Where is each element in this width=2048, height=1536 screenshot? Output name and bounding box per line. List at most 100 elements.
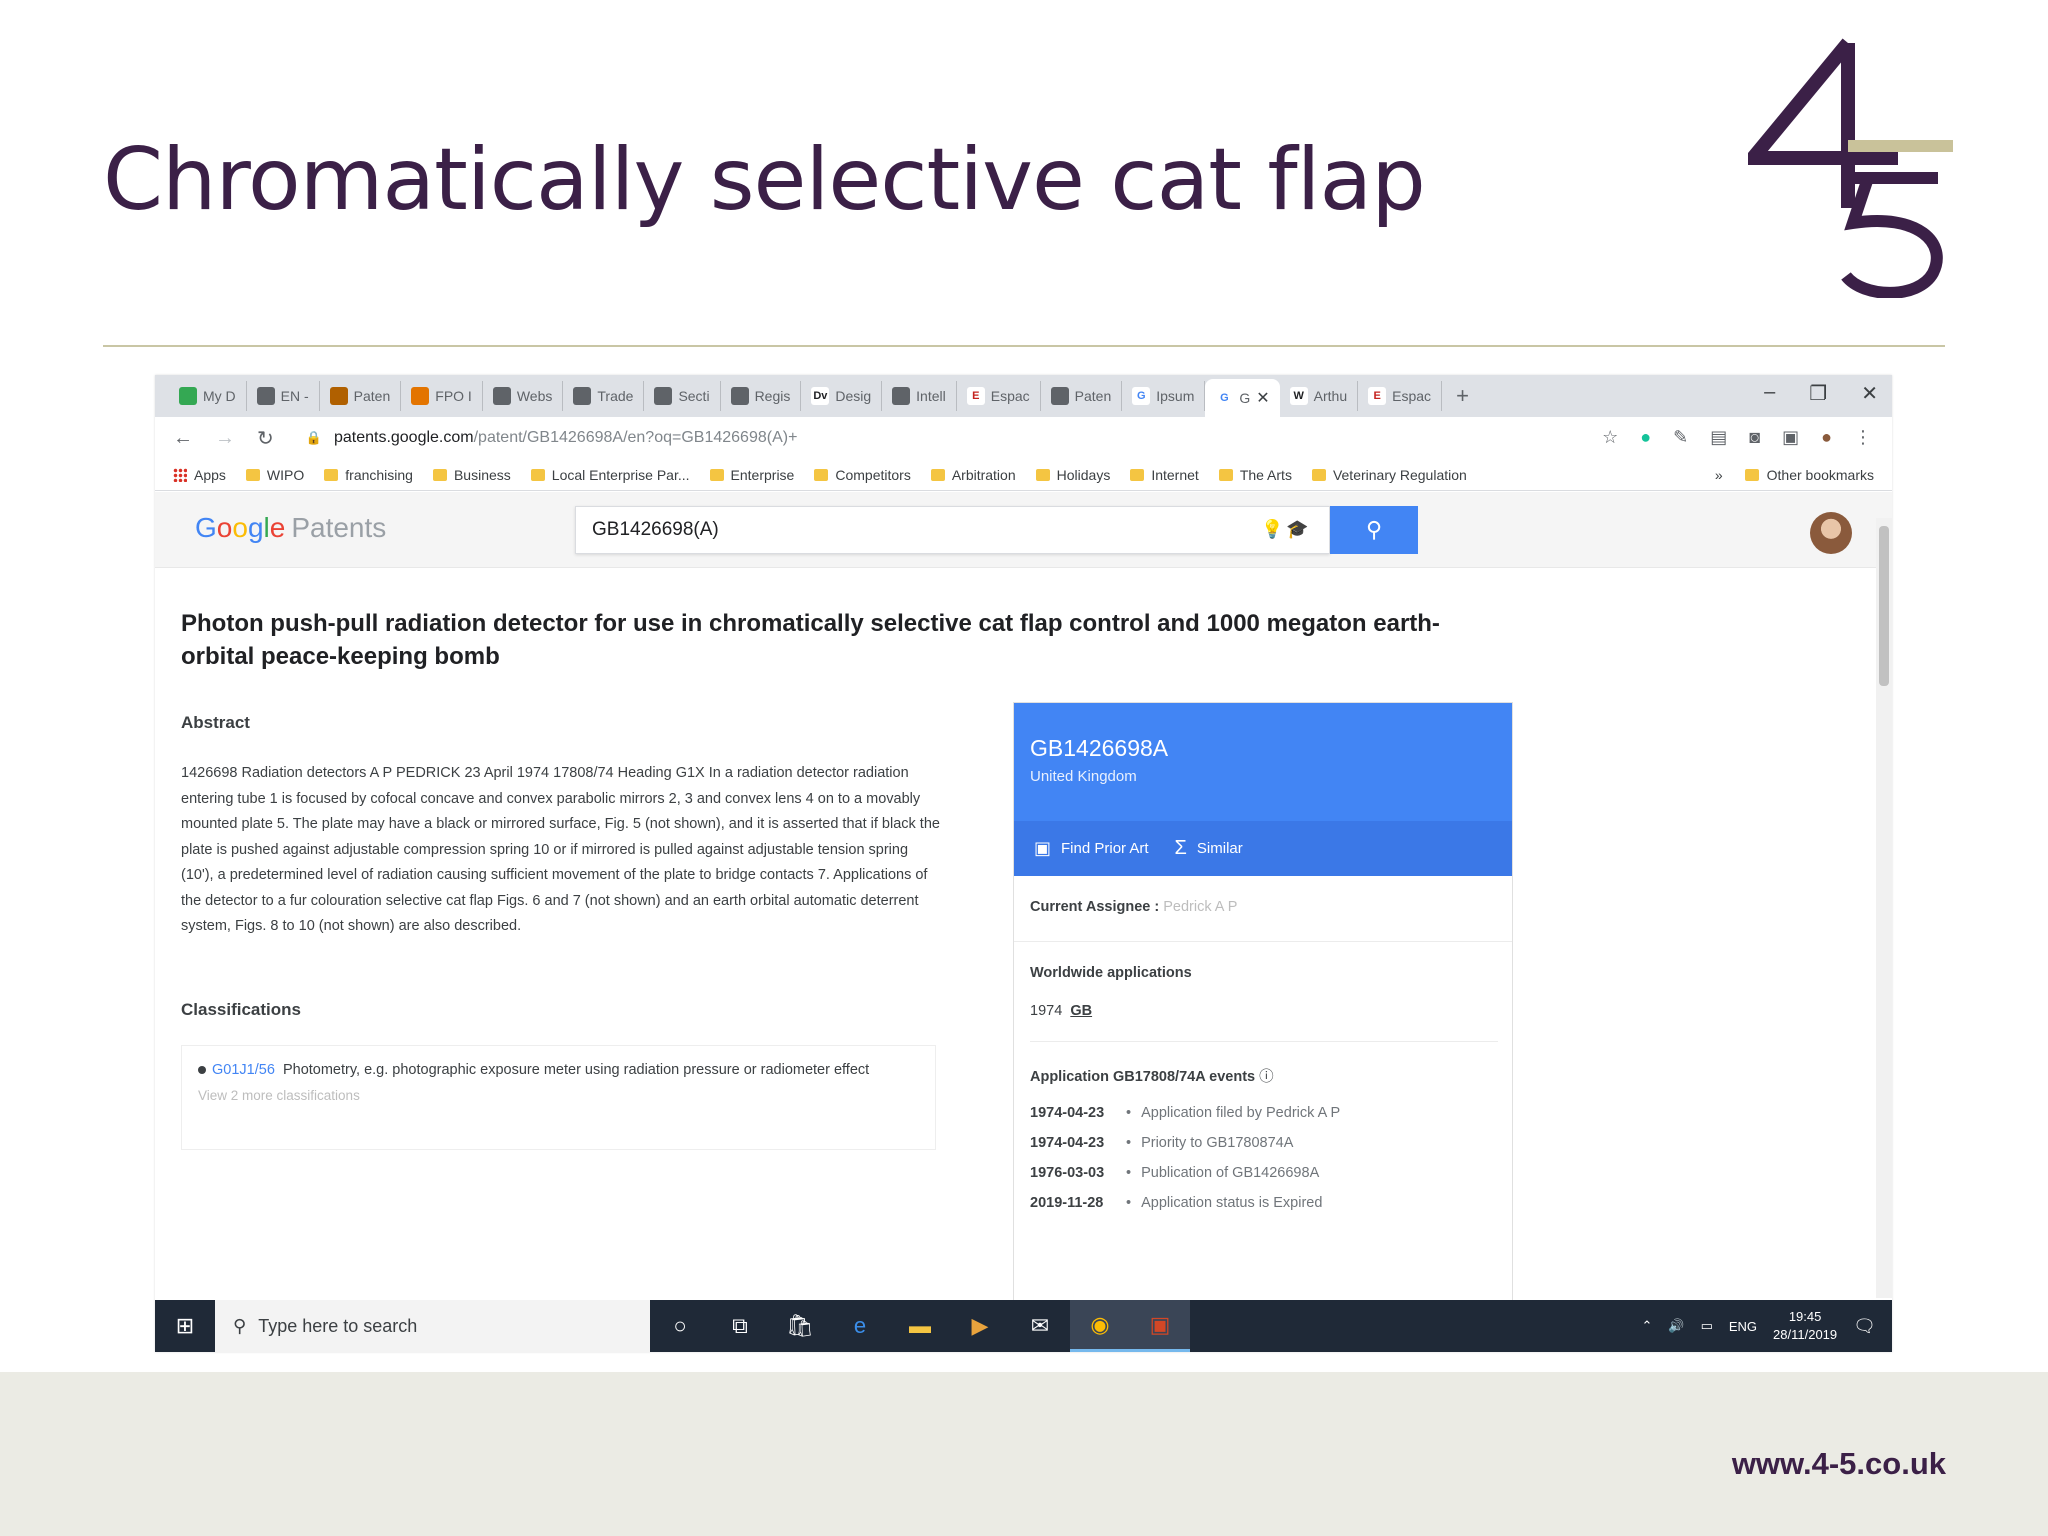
- store-icon[interactable]: 🛍: [770, 1300, 830, 1352]
- folder-icon: [814, 468, 829, 481]
- events-heading: Application GB17808/74A events ⓘ: [1030, 1069, 1274, 1085]
- scrollbar-thumb[interactable]: [1879, 526, 1889, 686]
- grammarly-icon[interactable]: ●: [1640, 427, 1651, 448]
- tab-5[interactable]: Webs: [483, 381, 564, 411]
- tab-3[interactable]: Paten: [320, 381, 402, 411]
- tab-9[interactable]: Dv Desig: [801, 381, 883, 411]
- window-controls: – ❐ ✕: [1764, 381, 1878, 406]
- minimize-icon[interactable]: –: [1764, 381, 1775, 406]
- bookmark-folder[interactable]: Competitors: [814, 467, 911, 483]
- file-explorer-icon[interactable]: ▬: [890, 1300, 950, 1352]
- clock[interactable]: 19:45 28/11/2019: [1773, 1308, 1837, 1344]
- start-button[interactable]: ⊞: [155, 1300, 215, 1352]
- profile-icon[interactable]: ●: [1821, 427, 1832, 448]
- events-list: 1974-04-23 • Application filed by Pedrick …: [1030, 1105, 1498, 1225]
- back-icon[interactable]: ←: [173, 427, 193, 450]
- card-actions: ▣ Find Prior Art Σ Similar: [1014, 821, 1512, 876]
- folder-icon: [245, 468, 260, 481]
- bookmark-folder[interactable]: Veterinary Regulation: [1311, 467, 1467, 483]
- system-tray: ⌃ 🔊 ▭ ENG 19:45 28/11/2019 🗨: [1641, 1300, 1876, 1352]
- extension-icon[interactable]: ▣: [1782, 427, 1799, 448]
- tab-1[interactable]: My D: [169, 381, 247, 411]
- star-icon[interactable]: ☆: [1602, 427, 1618, 448]
- tab-7[interactable]: Secti: [644, 381, 721, 411]
- country-link[interactable]: GB: [1070, 1003, 1092, 1019]
- notifications-icon[interactable]: 🗨: [1853, 1316, 1876, 1337]
- cortana-icon[interactable]: ○: [650, 1300, 710, 1352]
- patent-search-input[interactable]: [592, 519, 1152, 541]
- tab-11[interactable]: E Espac: [957, 381, 1041, 411]
- more-classifications-link[interactable]: View 2 more classifications: [198, 1083, 919, 1108]
- extension-icons: ☆ ● ✎ ▤ ◙ ▣ ● ⋮: [1602, 427, 1872, 448]
- other-bookmarks[interactable]: » Other bookmarks: [1715, 459, 1874, 491]
- google-patents-logo[interactable]: Google Patents: [195, 512, 386, 544]
- tab-12[interactable]: Paten: [1041, 381, 1123, 411]
- new-tab-button[interactable]: +: [1442, 383, 1483, 409]
- menu-icon[interactable]: ⋮: [1854, 427, 1872, 448]
- tab-active[interactable]: G G ✕: [1205, 379, 1280, 417]
- page-scrollbar[interactable]: [1876, 518, 1892, 1298]
- bookmark-folder[interactable]: WIPO: [245, 467, 304, 483]
- task-view-icon[interactable]: ⧉: [710, 1300, 770, 1352]
- search-button[interactable]: ⚲: [1330, 506, 1418, 554]
- close-tab-icon[interactable]: ✕: [1256, 388, 1269, 408]
- tab-10[interactable]: Intell: [882, 381, 957, 411]
- search-icon: ⚲: [1365, 517, 1383, 542]
- worldwide-row: 1974 GB: [1030, 1003, 1093, 1019]
- slide-title: Chromatically selective cat flap: [103, 130, 1426, 230]
- tab-6[interactable]: Trade: [563, 381, 645, 411]
- media-icon[interactable]: ▶: [950, 1300, 1010, 1352]
- bookmark-folder[interactable]: Business: [432, 467, 511, 483]
- fpo-icon: [411, 387, 430, 405]
- forward-icon[interactable]: →: [215, 427, 235, 450]
- edge-icon[interactable]: e: [830, 1300, 890, 1352]
- bookmark-folder[interactable]: Local Enterprise Par...: [530, 467, 690, 483]
- language-indicator[interactable]: ENG: [1729, 1319, 1757, 1334]
- tab-16[interactable]: E Espac: [1358, 381, 1443, 411]
- classifications-heading: Classifications: [181, 1000, 301, 1019]
- mail-icon[interactable]: ✉: [1010, 1300, 1070, 1352]
- battery-icon[interactable]: ▭: [1701, 1318, 1713, 1334]
- reload-icon[interactable]: ↻: [257, 426, 274, 451]
- bookmark-folder[interactable]: franchising: [324, 467, 413, 483]
- extension-icon[interactable]: ▤: [1710, 427, 1727, 448]
- close-window-icon[interactable]: ✕: [1861, 381, 1878, 406]
- footer-url: www.4-5.co.uk: [1731, 1446, 1946, 1481]
- folder-icon: [1130, 468, 1145, 481]
- classification-code-link[interactable]: G01J1/56: [212, 1062, 275, 1078]
- tab-8[interactable]: Regis: [721, 381, 802, 411]
- taskbar-search[interactable]: ⚲ Type here to search: [215, 1300, 650, 1352]
- bookmark-folder[interactable]: Holidays: [1035, 467, 1110, 483]
- restore-icon[interactable]: ❐: [1809, 381, 1827, 406]
- folder-icon: [324, 468, 339, 481]
- bookmark-folder[interactable]: Enterprise: [709, 467, 794, 483]
- chrome-icon[interactable]: ◉: [1070, 1300, 1130, 1352]
- event-row: 1974-04-23 • Priority to GB1780874A: [1030, 1135, 1294, 1151]
- tab-15[interactable]: W Arthu: [1280, 381, 1359, 411]
- url-field[interactable]: 🔒 patents.google.com/patent/GB1426698A/en…: [306, 429, 798, 447]
- powerpoint-icon[interactable]: ▣: [1130, 1300, 1190, 1352]
- volume-icon[interactable]: 🔊: [1668, 1318, 1684, 1334]
- chevron-up-icon[interactable]: ⌃: [1641, 1318, 1652, 1334]
- bookmark-folder[interactable]: The Arts: [1218, 467, 1292, 483]
- sigma-icon: Σ: [1174, 837, 1187, 859]
- lightbulb-icon[interactable]: 💡: [1261, 519, 1283, 540]
- school-icon[interactable]: 🎓: [1286, 519, 1308, 540]
- bookmark-folder[interactable]: Internet: [1130, 467, 1199, 483]
- apps-grid-icon: [173, 467, 187, 482]
- bookmarks-bar: Apps WIPO franchising Business Local Ent…: [155, 459, 1892, 491]
- find-prior-art-button[interactable]: ▣ Find Prior Art: [1034, 838, 1149, 859]
- bookmark-apps[interactable]: Apps: [173, 467, 226, 483]
- help-icon[interactable]: ⓘ: [1259, 1069, 1274, 1085]
- bookmark-folder[interactable]: Arbitration: [930, 467, 1016, 483]
- document-search-icon: ▣: [1034, 838, 1052, 858]
- search-icon: ⚲: [233, 1315, 247, 1336]
- tab-2[interactable]: EN -: [247, 381, 320, 411]
- tab-4[interactable]: FPO I: [401, 381, 483, 411]
- camera-icon[interactable]: ◙: [1749, 427, 1760, 448]
- avatar[interactable]: [1810, 512, 1852, 554]
- tab-13[interactable]: G Ipsum: [1122, 381, 1206, 411]
- dv-icon: Dv: [811, 387, 830, 405]
- similar-button[interactable]: Σ Similar: [1175, 837, 1243, 860]
- extension-icon[interactable]: ✎: [1673, 427, 1688, 448]
